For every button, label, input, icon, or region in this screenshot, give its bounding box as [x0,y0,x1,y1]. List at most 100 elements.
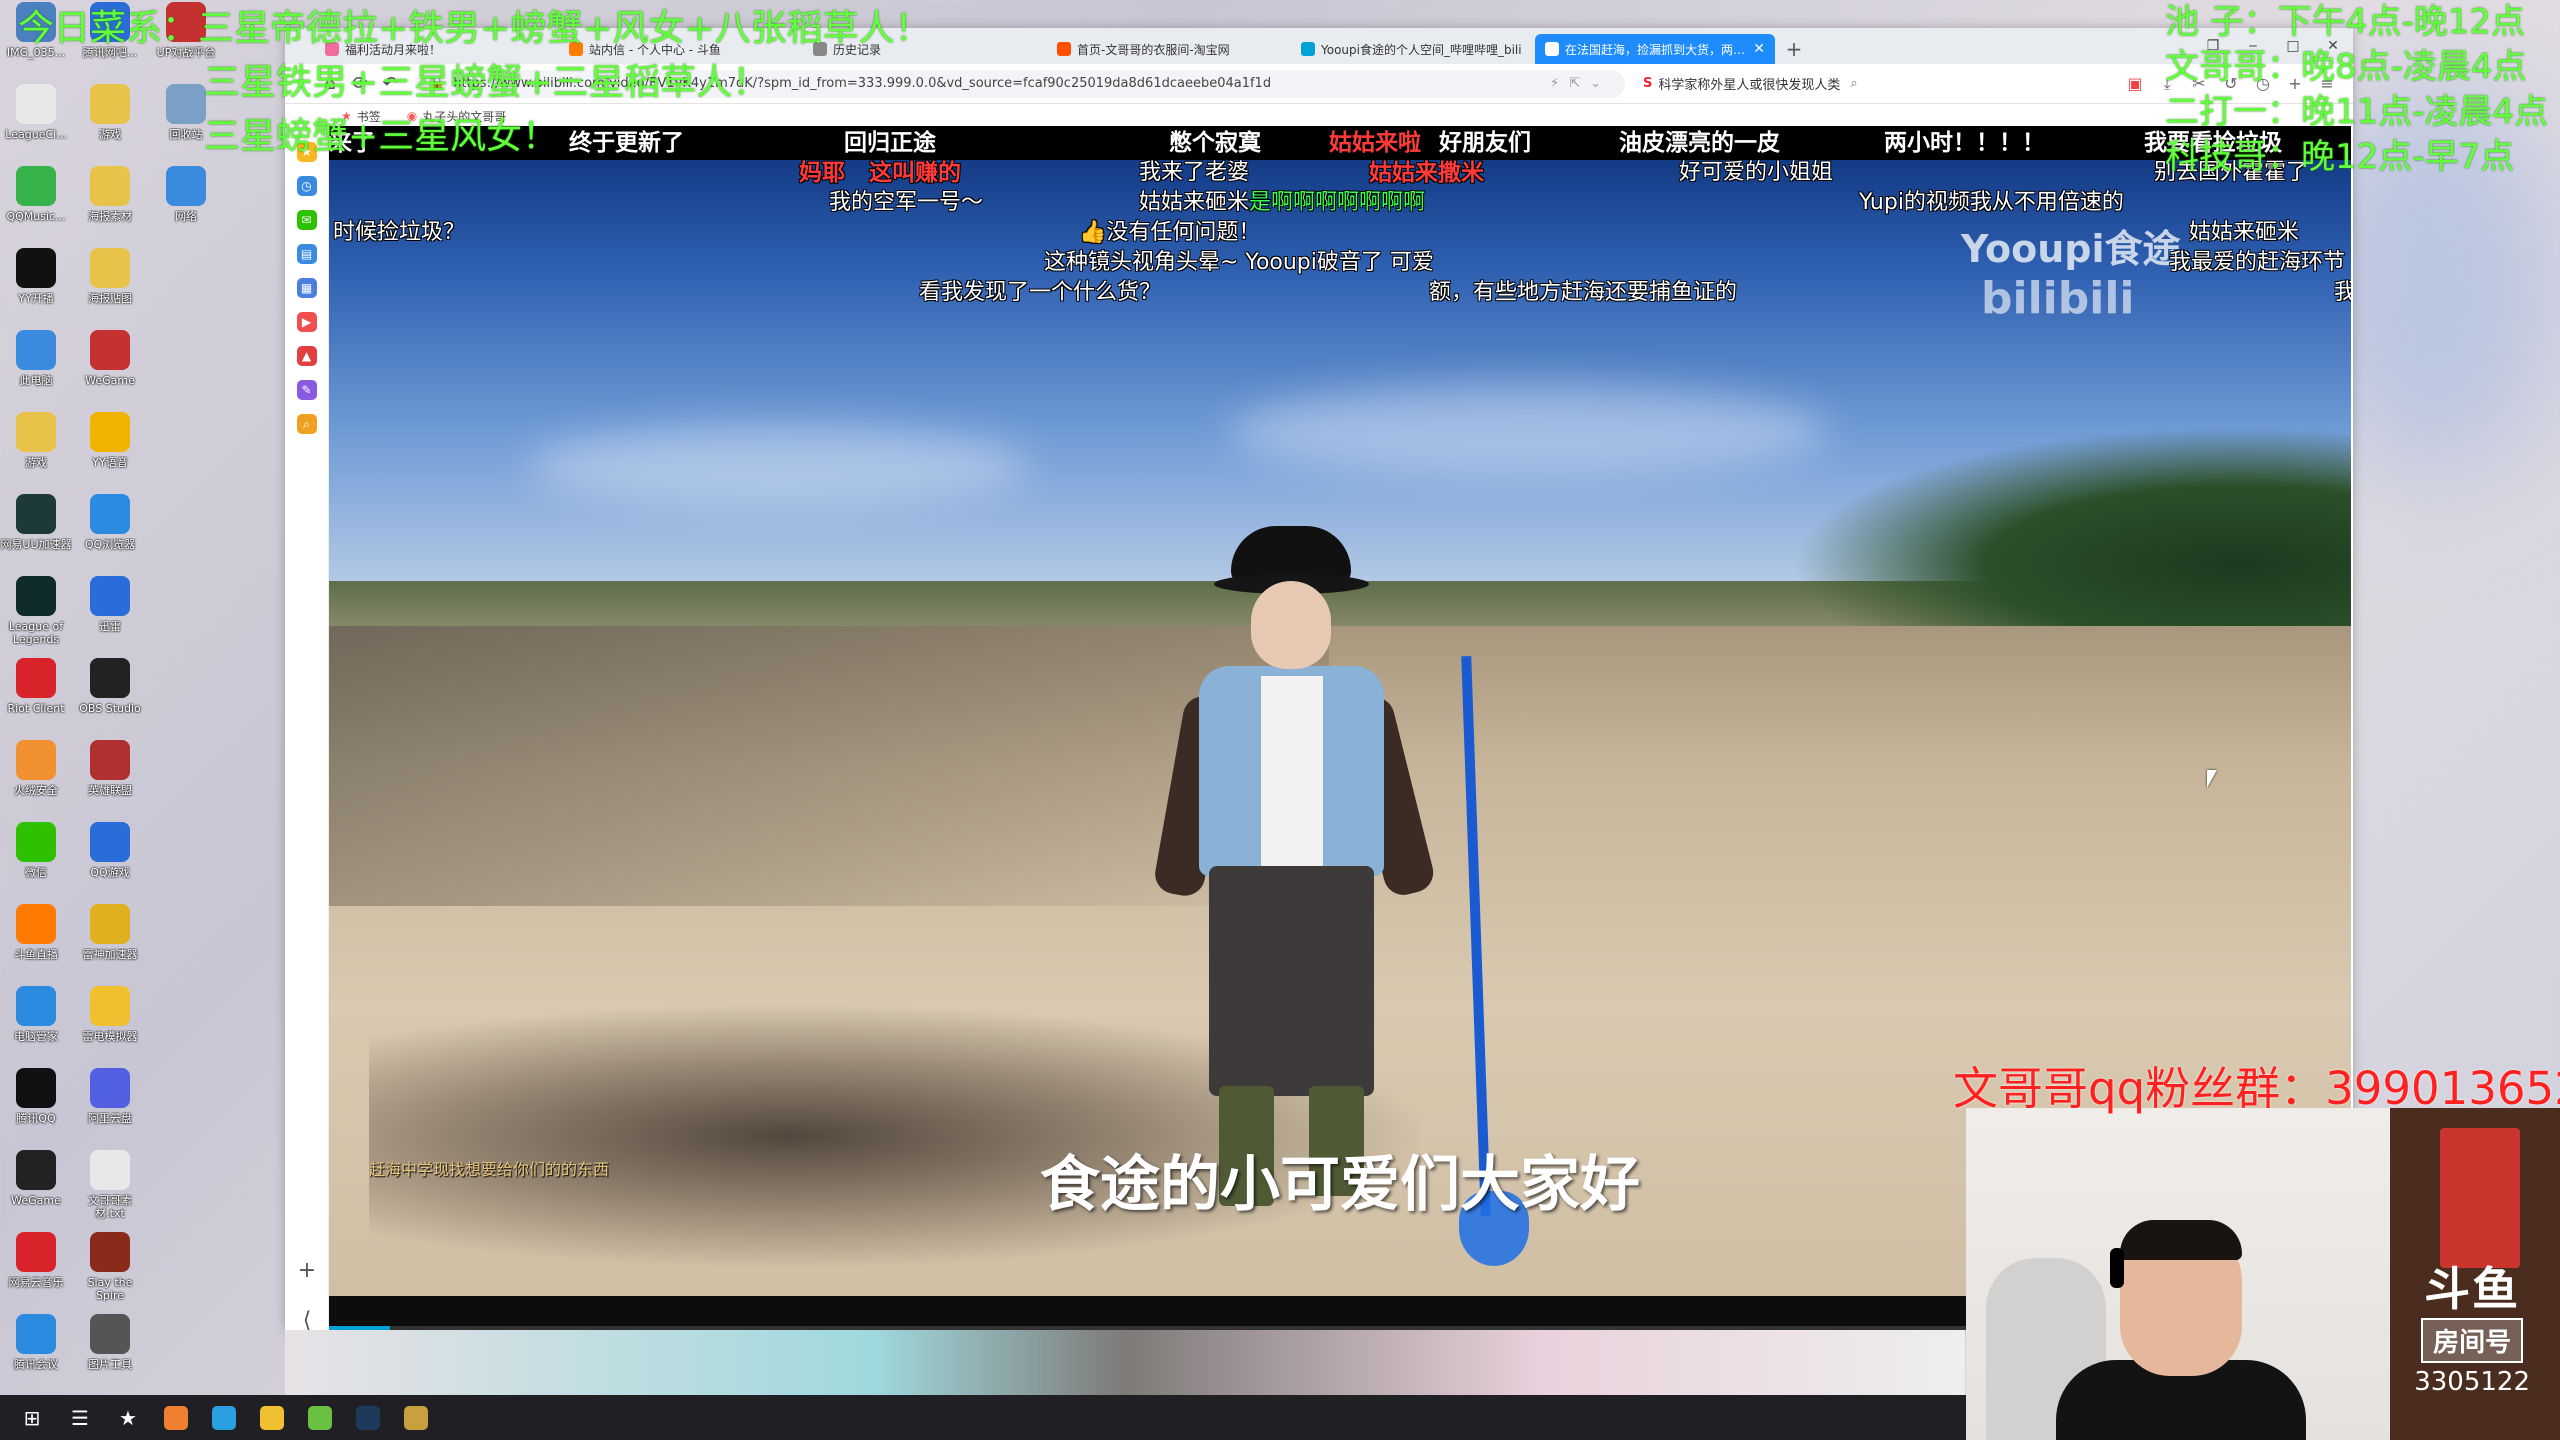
taskbar-app-2[interactable] [152,1395,200,1440]
taskbar-app-1[interactable]: ★ [104,1395,152,1440]
folder-icon [90,84,130,124]
uu-accelerator-icon [16,494,56,534]
desktop-icon[interactable]: 网易UU加速器 [0,494,72,564]
folder-icon [90,248,130,288]
desktop-icon[interactable]: 游戏 [74,84,146,154]
overlay-line-3: 三星螃蟹+三星风女！ [204,116,559,157]
lol-icon [16,576,56,616]
desktop-icon[interactable]: WeGame [74,330,146,400]
video-icon[interactable]: ▶ [296,312,317,332]
address-actions-icon[interactable]: ⚡⇱⌄ [1550,76,1611,91]
taskbar-app-7[interactable] [392,1395,440,1440]
clock-icon[interactable]: ◷ [296,176,317,196]
room-number: 3305122 [2414,1367,2530,1397]
background-strip [285,1330,1965,1400]
browser-tab[interactable]: 首页-文哥哥的衣服间-淘宝网 [1047,34,1287,64]
desktop-icon[interactable]: 海报贴图 [74,248,146,318]
browser-tab[interactable]: 在法国赶海，捡漏抓到大货，两… ✕ [1535,34,1775,64]
desktop-icon-label: League of Legends [8,620,64,646]
search-tool-icon[interactable]: ⌕ [296,414,317,434]
desktop-icon[interactable]: QQ游戏 [74,822,146,892]
desktop-icon[interactable]: 游戏 [0,412,72,482]
folder-icon [16,412,56,452]
desktop-icon[interactable]: LeagueCl... [0,84,72,154]
game-icon[interactable]: ▦ [296,278,317,298]
desktop-icon[interactable]: QQ浏览器 [74,494,146,564]
taskbar-app-5[interactable] [296,1395,344,1440]
danmaku-comment: 姑姑来撒米 [1369,160,1484,186]
desktop-icon[interactable]: 腾讯QQ [0,1068,72,1138]
desktop-icon-label: QQ浏览器 [84,538,136,551]
store-icon[interactable]: ▤ [296,244,317,264]
qq-browser-icon [90,494,130,534]
add-sidebar-icon[interactable]: + [285,1258,329,1283]
danmaku-comment: 妈耶 [799,160,845,186]
desktop-icon[interactable]: 海报素材 [74,166,146,236]
start-button[interactable]: ⊞ [8,1395,56,1440]
cam-hair [2120,1220,2242,1260]
desktop-icon-label: 网络 [175,210,197,223]
douyu-logo-art: 斗鱼 [2424,1262,2521,1316]
obs-icon [90,658,130,698]
taskbar-app-7-icon [404,1405,428,1430]
extension-icon[interactable]: ▣ [2119,69,2151,99]
desktop-icon[interactable]: 迅雷 [74,576,146,646]
danmaku-comment: 两小时！！！！ [1884,130,2045,156]
browser-tab[interactable]: Yooupi食途的个人空间_哔哩哔哩_bili [1291,34,1531,64]
overlay-line-1: 今日菜系：三星帝德拉+铁男+螃蟹+风女+八张稻草人！ [18,8,931,49]
desktop-icon[interactable]: 雷神加速器 [74,904,146,974]
taskbar-app-4[interactable] [248,1395,296,1440]
tab-close-icon[interactable]: ✕ [1753,41,1765,57]
desktop-icon[interactable]: 英雄联盟 [74,740,146,810]
yy-voice-icon [90,412,130,452]
desktop-icon[interactable]: YY开播 [0,248,72,318]
taskbar-app-3[interactable] [200,1395,248,1440]
desktop-icon[interactable]: 微信 [0,822,72,892]
task-view-button[interactable]: ☰ [56,1395,104,1440]
desktop-icon[interactable]: 火绒安全 [0,740,72,810]
desktop-icon[interactable]: 雷电模拟器 [74,986,146,1056]
danmaku-comment: 我 [2334,280,2351,305]
schedule-line: 二打一：晚11点-凌晨4点 [2165,92,2549,132]
desktop-icon[interactable]: Slay the Spire [74,1232,146,1302]
chat-icon[interactable]: ✉ [296,210,317,230]
recycle-bin-icon [166,84,206,124]
desktop-icon[interactable]: 斗鱼直播 [0,904,72,974]
danmaku-comment: 姑姑来砸米 [2189,220,2300,245]
desktop-icon[interactable]: YY语音 [74,412,146,482]
schedule-line: 池 子：下午4点-晚12点 [2165,2,2525,42]
taskbar-app-6[interactable] [344,1395,392,1440]
danmaku-comment: 终于更新了 [569,130,684,156]
desktop-icon[interactable]: 网络 [150,166,222,236]
new-tab-button[interactable]: + [1779,34,1809,64]
desktop-icon[interactable]: QQMusic... [0,166,72,236]
desktop-icon-label: 此电脑 [19,374,53,387]
douyu-logo: 斗鱼 房间号 3305122 [2414,1264,2530,1397]
desktop-icon[interactable]: 电脑管家 [0,986,72,1056]
wechat-icon [16,822,56,862]
leishen-icon [90,904,130,944]
pdf-icon[interactable]: ▲ [296,346,317,366]
desktop-icon[interactable]: 文哥哥素材.txt [74,1150,146,1220]
tab-title: Yooupi食途的个人空间_哔哩哔哩_bili [1321,42,1522,57]
desktop-icon[interactable]: WeGame [0,1150,72,1220]
headphone [2110,1248,2124,1288]
desktop-icon[interactable]: 网易云音乐 [0,1232,72,1302]
schedule-overlay: 池 子：下午4点-晚12点 文哥哥：晚8点-凌晨4点 二打一：晚11点-凌晨4点 科技… [2165,0,2548,180]
desktop-icon[interactable]: OBS Studio [74,658,146,728]
desktop-icon[interactable]: Riot Client [0,658,72,728]
webcam-feed: 斗鱼 房间号 3305122 [1966,1108,2560,1440]
edit-icon[interactable]: ✎ [296,380,317,400]
thunder-icon [90,576,130,616]
taskbar-app-2-icon [164,1405,188,1430]
desktop-icon[interactable]: 此电脑 [0,330,72,400]
desktop-icon[interactable]: League of Legends [0,576,72,646]
desktop-icon[interactable]: 图片工具 [74,1314,146,1384]
desktop-icon[interactable]: 阿里云盘 [74,1068,146,1138]
desktop-icon[interactable]: 腾讯会议 [0,1314,72,1384]
search-icon[interactable]: ⌕ [1850,76,1857,91]
search-box[interactable]: S 科学家称外星人或很快发现人类 ⌕ [1643,70,1903,98]
desktop-icon-label: 腾讯会议 [14,1358,58,1371]
desktop-icon-label: 网易UU加速器 [0,538,72,551]
danmaku-comment: 我最爱的赶海环节 [2169,250,2346,275]
